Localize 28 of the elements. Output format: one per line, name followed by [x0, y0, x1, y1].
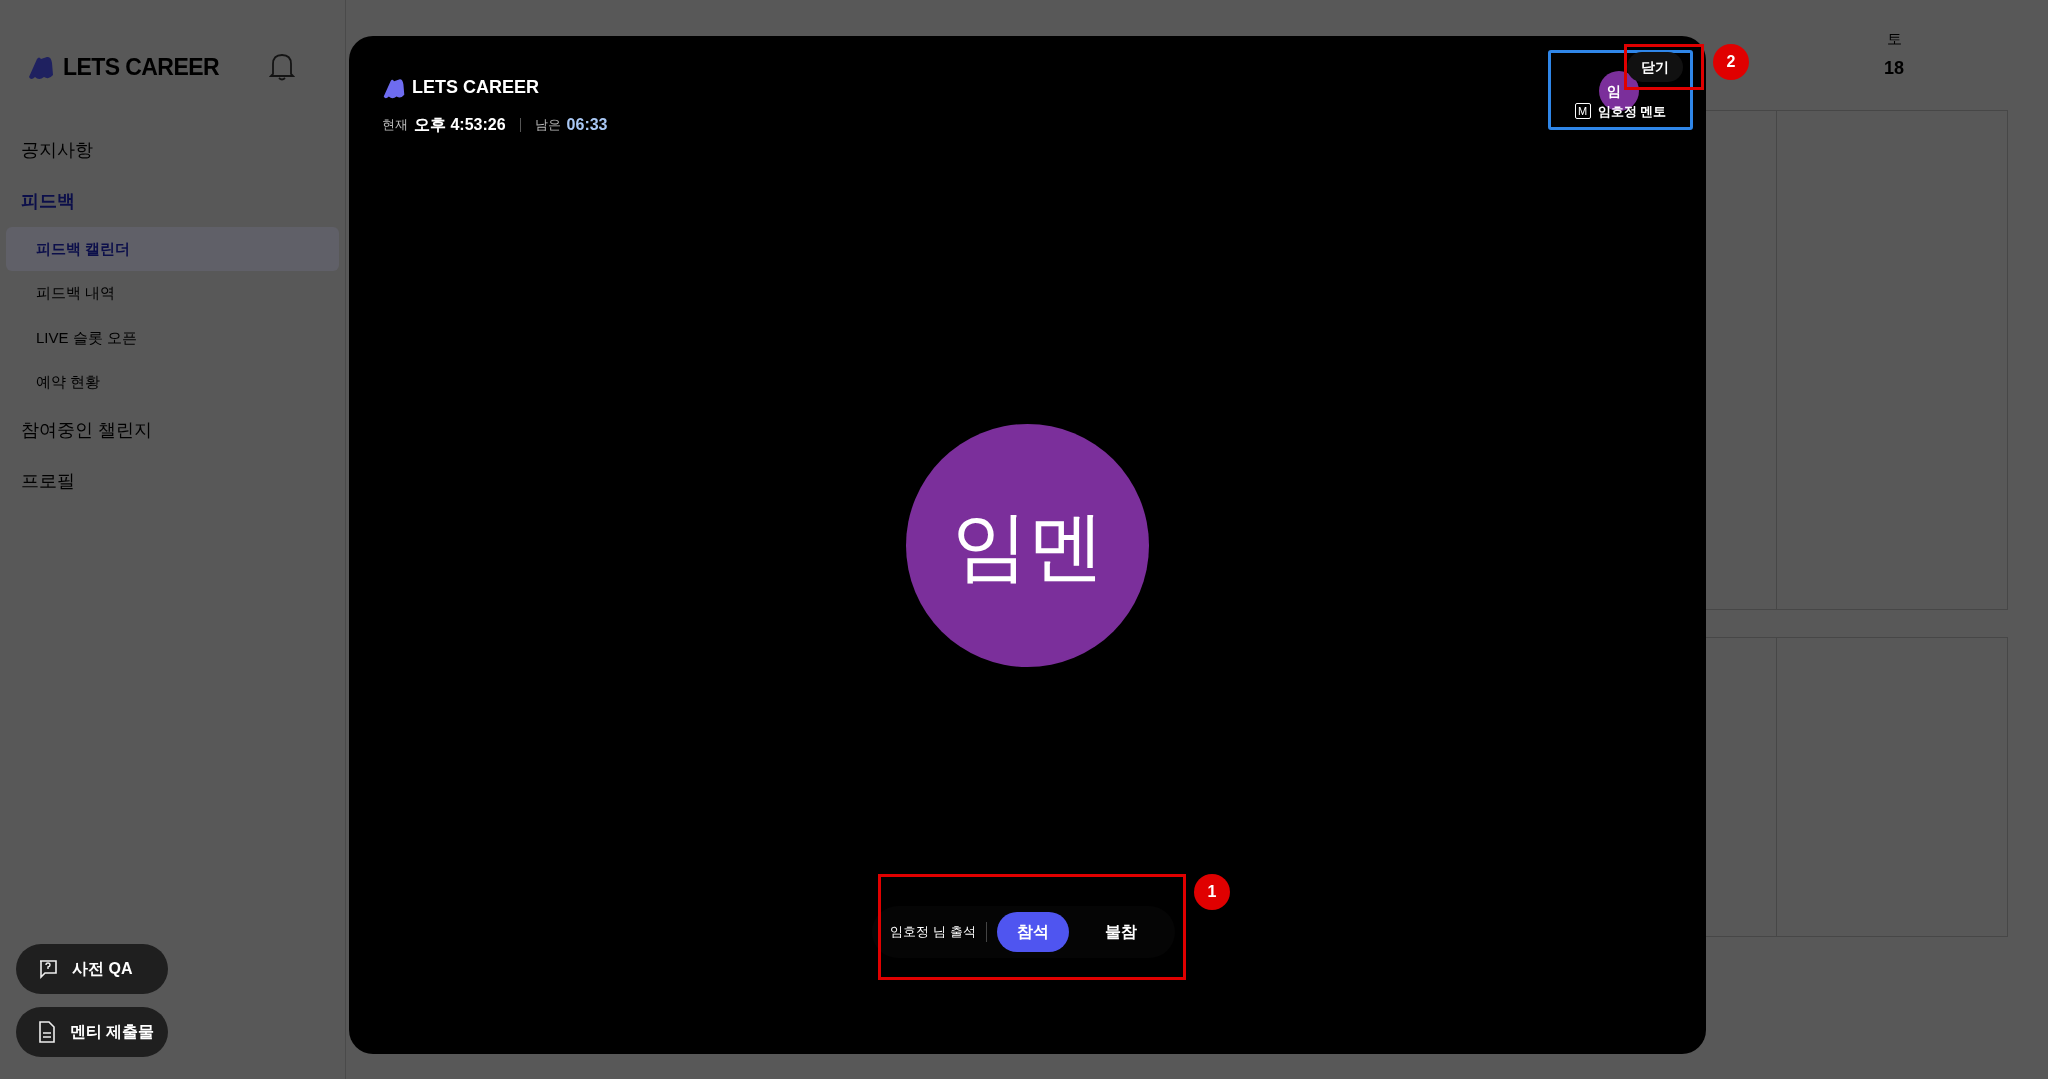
question-bubble-icon — [38, 959, 58, 979]
sidebar-subitem[interactable]: 예약 현황 — [6, 360, 339, 405]
sidebar-item[interactable]: 피드백 — [0, 175, 345, 227]
mentor-badge: M — [1574, 103, 1591, 120]
current-time: 오후 4:53:26 — [414, 115, 506, 135]
sidebar-item[interactable]: 공지사항 — [0, 124, 345, 176]
logo-text: LETS CAREER — [63, 53, 219, 82]
attendance-label: 임호정 님 출석 — [890, 923, 976, 942]
sidebar-subitem[interactable]: 피드백 캘린더 — [6, 226, 339, 271]
floating-button[interactable]: 멘티 제출물 — [16, 1007, 168, 1057]
floating-button[interactable]: 사전 QA — [16, 944, 168, 994]
attendance-option[interactable]: 참석 — [996, 912, 1069, 952]
date-number: 18 — [1884, 56, 1904, 80]
annotation-number: 2 — [1713, 44, 1749, 80]
time-label: 남은 — [534, 116, 561, 135]
participant-avatar: 임멘 — [906, 424, 1149, 667]
remaining-time: 06:33 — [566, 115, 608, 135]
logo-text: LETS CAREER — [412, 76, 539, 99]
attendance-option[interactable]: 불참 — [1084, 912, 1157, 952]
document-icon — [38, 1021, 56, 1043]
close-button[interactable]: 닫기 — [1627, 52, 1683, 82]
bell-icon[interactable] — [269, 52, 295, 83]
sidebar-item[interactable]: 프로필 — [0, 455, 345, 507]
sidebar-item[interactable]: 참여중인 챌린지 — [0, 404, 345, 456]
weekday-label: 토 — [1886, 29, 1902, 49]
sidebar-subitem[interactable]: 피드백 내역 — [6, 271, 339, 316]
sidebar-subitem[interactable]: LIVE 슬롯 오픈 — [6, 315, 339, 360]
time-label: 현재 — [382, 116, 408, 135]
